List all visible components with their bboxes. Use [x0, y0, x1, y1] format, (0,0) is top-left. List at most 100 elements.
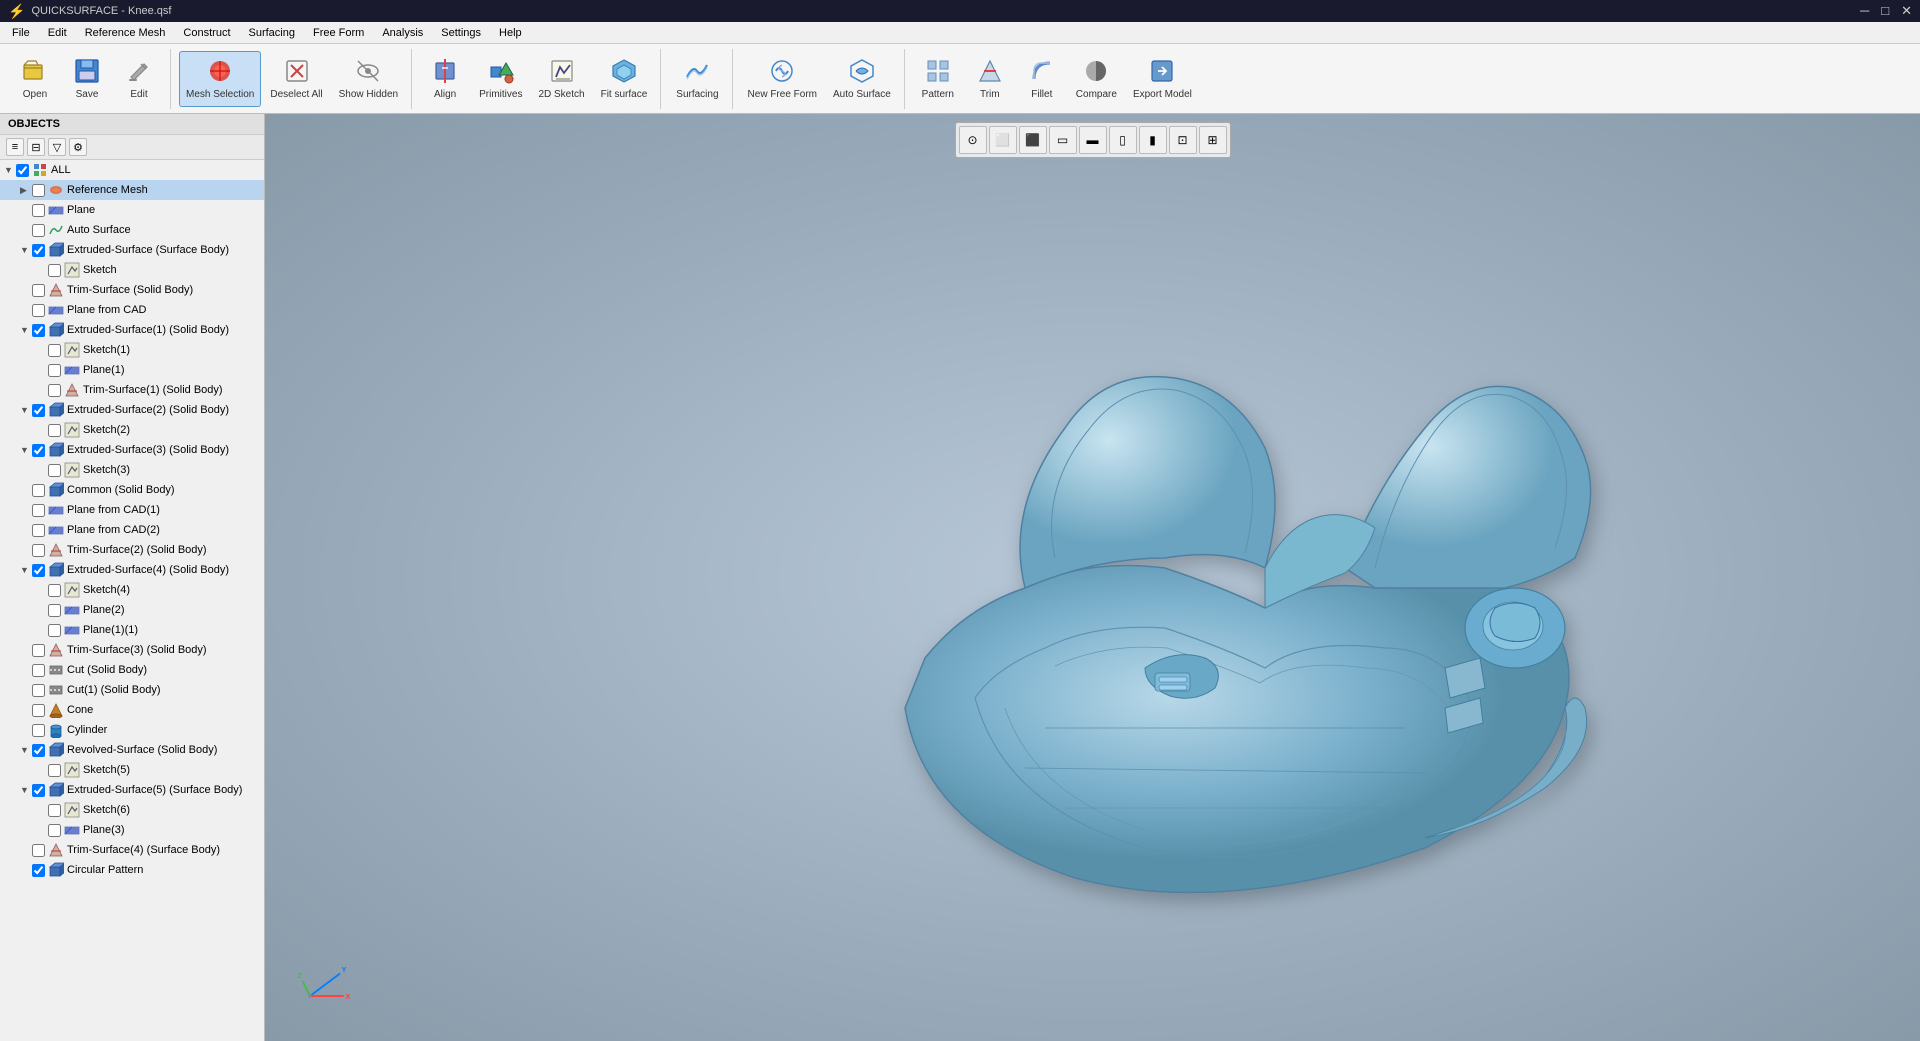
save-button[interactable]: Save	[62, 51, 112, 107]
show-hidden-button[interactable]: Show Hidden	[332, 51, 405, 107]
tree-item-cut-sb[interactable]: ▶Cut (Solid Body)	[0, 660, 264, 680]
trim-button[interactable]: Trim	[965, 51, 1015, 107]
tree-expand-extruded-surface4-sb[interactable]: ▼	[20, 565, 32, 575]
tree-item-all[interactable]: ▼ALL	[0, 160, 264, 180]
tree-check-trim-surface3-sb[interactable]	[32, 644, 45, 657]
tree-item-trim-surface1-sb[interactable]: ▶Trim-Surface(1) (Solid Body)	[0, 380, 264, 400]
export-model-button[interactable]: Export Model	[1126, 51, 1199, 107]
obj-toolbar-collapse[interactable]: ⊟	[27, 138, 45, 156]
tree-check-ref-mesh[interactable]	[32, 184, 45, 197]
tree-item-plane1-1[interactable]: ▶Plane(1)(1)	[0, 620, 264, 640]
tree-item-plane[interactable]: ▶Plane	[0, 200, 264, 220]
tree-item-sketch5[interactable]: ▶Sketch(5)	[0, 760, 264, 780]
menu-item-surfacing[interactable]: Surfacing	[241, 25, 303, 41]
sketch-2d-button[interactable]: 2D Sketch	[531, 51, 591, 107]
tree-item-extruded-surface5-sb[interactable]: ▼Extruded-Surface(5) (Surface Body)	[0, 780, 264, 800]
tree-check-extruded-surface2-sb[interactable]	[32, 404, 45, 417]
tree-expand-revolved-surface-sb[interactable]: ▼	[20, 745, 32, 755]
tree-check-sketch5[interactable]	[48, 764, 61, 777]
tree-expand-extruded-surface2-sb[interactable]: ▼	[20, 405, 32, 415]
fillet-button[interactable]: Fillet	[1017, 51, 1067, 107]
menu-item-settings[interactable]: Settings	[433, 25, 489, 41]
tree-expand-ref-mesh[interactable]: ▶	[20, 185, 32, 196]
tree-check-trim-surface1-sb[interactable]	[48, 384, 61, 397]
tree-expand-all[interactable]: ▼	[4, 165, 16, 175]
tree-check-plane-cad2[interactable]	[32, 524, 45, 537]
tree-item-plane-cad1[interactable]: ▶Plane from CAD(1)	[0, 500, 264, 520]
tree-check-auto-surface[interactable]	[32, 224, 45, 237]
tree-check-plane1[interactable]	[48, 364, 61, 377]
menu-item-edit[interactable]: Edit	[40, 25, 75, 41]
view-right-btn[interactable]: ▮	[1139, 126, 1167, 154]
tree-expand-extruded-surface-sb[interactable]: ▼	[20, 245, 32, 255]
tree-check-trim-surface4-sb[interactable]	[32, 844, 45, 857]
menu-item-file[interactable]: File	[4, 25, 38, 41]
tree-expand-extruded-surface3-sb[interactable]: ▼	[20, 445, 32, 455]
obj-toolbar-settings[interactable]: ⚙	[69, 138, 87, 156]
menu-item-free-form[interactable]: Free Form	[305, 25, 372, 41]
tree-check-sketch6[interactable]	[48, 804, 61, 817]
minimize-button[interactable]: ─	[1860, 3, 1869, 19]
tree-check-sketch2[interactable]	[48, 424, 61, 437]
tree-check-revolved-surface-sb[interactable]	[32, 744, 45, 757]
tree-item-plane-from-cad[interactable]: ▶Plane from CAD	[0, 300, 264, 320]
titlebar-controls[interactable]: ─ □ ✕	[1860, 3, 1912, 19]
tree-item-sketch4[interactable]: ▶Sketch(4)	[0, 580, 264, 600]
tree-item-cylinder[interactable]: ▶Cylinder	[0, 720, 264, 740]
tree-item-extruded-surface1-sb[interactable]: ▼Extruded-Surface(1) (Solid Body)	[0, 320, 264, 340]
mesh-selection-button[interactable]: Mesh Selection	[179, 51, 261, 107]
tree-item-plane1[interactable]: ▶Plane(1)	[0, 360, 264, 380]
menu-item-help[interactable]: Help	[491, 25, 530, 41]
tree-check-trim-surface2-sb[interactable]	[32, 544, 45, 557]
tree-item-plane3[interactable]: ▶Plane(3)	[0, 820, 264, 840]
tree-check-common-sb[interactable]	[32, 484, 45, 497]
view-wireframe-btn[interactable]: ⬜	[989, 126, 1017, 154]
tree-check-cut-sb[interactable]	[32, 664, 45, 677]
tree-item-sketch2[interactable]: ▶Sketch(2)	[0, 420, 264, 440]
tree-check-circular-pattern[interactable]	[32, 864, 45, 877]
tree-item-sketch1[interactable]: ▶Sketch(1)	[0, 340, 264, 360]
tree-item-ref-mesh[interactable]: ▶Reference Mesh	[0, 180, 264, 200]
tree-check-trim-surface-sb[interactable]	[32, 284, 45, 297]
obj-toolbar-filter[interactable]: ▽	[48, 138, 66, 156]
primitives-button[interactable]: Primitives	[472, 51, 529, 107]
tree-check-sketch3[interactable]	[48, 464, 61, 477]
view-solid-btn[interactable]: ⬛	[1019, 126, 1047, 154]
tree-check-plane3[interactable]	[48, 824, 61, 837]
tree-check-sketch1[interactable]	[48, 344, 61, 357]
tree-item-plane2[interactable]: ▶Plane(2)	[0, 600, 264, 620]
tree-check-plane-cad1[interactable]	[32, 504, 45, 517]
view-shaded-btn[interactable]: ⊙	[959, 126, 987, 154]
tree-item-revolved-surface-sb[interactable]: ▼Revolved-Surface (Solid Body)	[0, 740, 264, 760]
tree-item-extruded-surface-sb[interactable]: ▼Extruded-Surface (Surface Body)	[0, 240, 264, 260]
tree-check-extruded-surface3-sb[interactable]	[32, 444, 45, 457]
open-button[interactable]: Open	[10, 51, 60, 107]
tree-check-cone[interactable]	[32, 704, 45, 717]
tree-container[interactable]: ▼ALL▶Reference Mesh▶Plane▶Auto Surface▼E…	[0, 160, 264, 1041]
tree-item-trim-surface2-sb[interactable]: ▶Trim-Surface(2) (Solid Body)	[0, 540, 264, 560]
tree-check-cut1-sb[interactable]	[32, 684, 45, 697]
edit-button[interactable]: Edit	[114, 51, 164, 107]
menu-item-construct[interactable]: Construct	[175, 25, 238, 41]
tree-check-plane[interactable]	[32, 204, 45, 217]
tree-item-common-sb[interactable]: ▶Common (Solid Body)	[0, 480, 264, 500]
view-top-btn[interactable]: ⊡	[1169, 126, 1197, 154]
menu-item-analysis[interactable]: Analysis	[374, 25, 431, 41]
tree-item-circular-pattern[interactable]: ▶Circular Pattern	[0, 860, 264, 880]
tree-check-sketch[interactable]	[48, 264, 61, 277]
tree-item-auto-surface[interactable]: ▶Auto Surface	[0, 220, 264, 240]
tree-item-extruded-surface2-sb[interactable]: ▼Extruded-Surface(2) (Solid Body)	[0, 400, 264, 420]
compare-button[interactable]: Compare	[1069, 51, 1124, 107]
align-button[interactable]: Align	[420, 51, 470, 107]
tree-item-cut1-sb[interactable]: ▶Cut(1) (Solid Body)	[0, 680, 264, 700]
fit-surface-button[interactable]: Fit surface	[594, 51, 655, 107]
tree-check-plane2[interactable]	[48, 604, 61, 617]
tree-item-plane-cad2[interactable]: ▶Plane from CAD(2)	[0, 520, 264, 540]
new-free-form-button[interactable]: New Free Form	[741, 51, 824, 107]
tree-check-extruded-surface-sb[interactable]	[32, 244, 45, 257]
tree-item-trim-surface3-sb[interactable]: ▶Trim-Surface(3) (Solid Body)	[0, 640, 264, 660]
view-back-btn[interactable]: ▬	[1079, 126, 1107, 154]
obj-toolbar-expand[interactable]: ≡	[6, 138, 24, 156]
menu-item-reference-mesh[interactable]: Reference Mesh	[77, 25, 174, 41]
tree-check-extruded-surface4-sb[interactable]	[32, 564, 45, 577]
